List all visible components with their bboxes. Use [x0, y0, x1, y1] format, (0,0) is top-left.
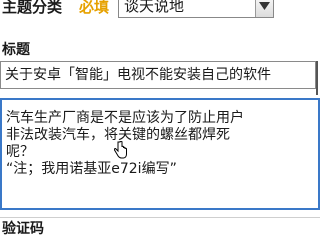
topic-row: 主题分类 必填 谈天说地 — [0, 0, 320, 22]
topic-select-value: 谈天说地 — [124, 0, 185, 15]
body-text: 汽车生产厂商是不是应该为了防止用户 非法改装汽车，将关键的螺丝都焊死 呢？ “注… — [6, 110, 312, 178]
divider — [0, 217, 320, 218]
hand-pointer-icon — [114, 141, 127, 159]
topic-select[interactable]: 谈天说地 — [118, 0, 274, 18]
body-line: 呢？ — [6, 144, 34, 160]
chevron-down-icon — [259, 2, 270, 10]
title-input-value: 关于安卓「智能」电视不能安装自己的软件 — [5, 67, 271, 83]
body-line: 汽车生产厂商是不是应该为了防止用户 — [6, 110, 244, 126]
body-textarea[interactable]: 汽车生产厂商是不是应该为了防止用户 非法改装汽车，将关键的螺丝都焊死 呢？ “注… — [0, 98, 320, 210]
body-line: “注；我用诺基亚e72i编写” — [6, 161, 177, 177]
title-input[interactable]: 关于安卓「智能」电视不能安装自己的软件 — [0, 61, 316, 89]
dropdown-button[interactable] — [255, 0, 273, 17]
captcha-label: 验证码 — [2, 221, 44, 237]
body-line: 非法改装汽车，将关键的螺丝都焊死 — [6, 127, 230, 143]
title-label: 标题 — [2, 42, 30, 58]
topic-label: 主题分类 — [2, 0, 63, 16]
required-marker: 必填 — [79, 0, 110, 16]
scroll-indicator — [316, 61, 318, 95]
